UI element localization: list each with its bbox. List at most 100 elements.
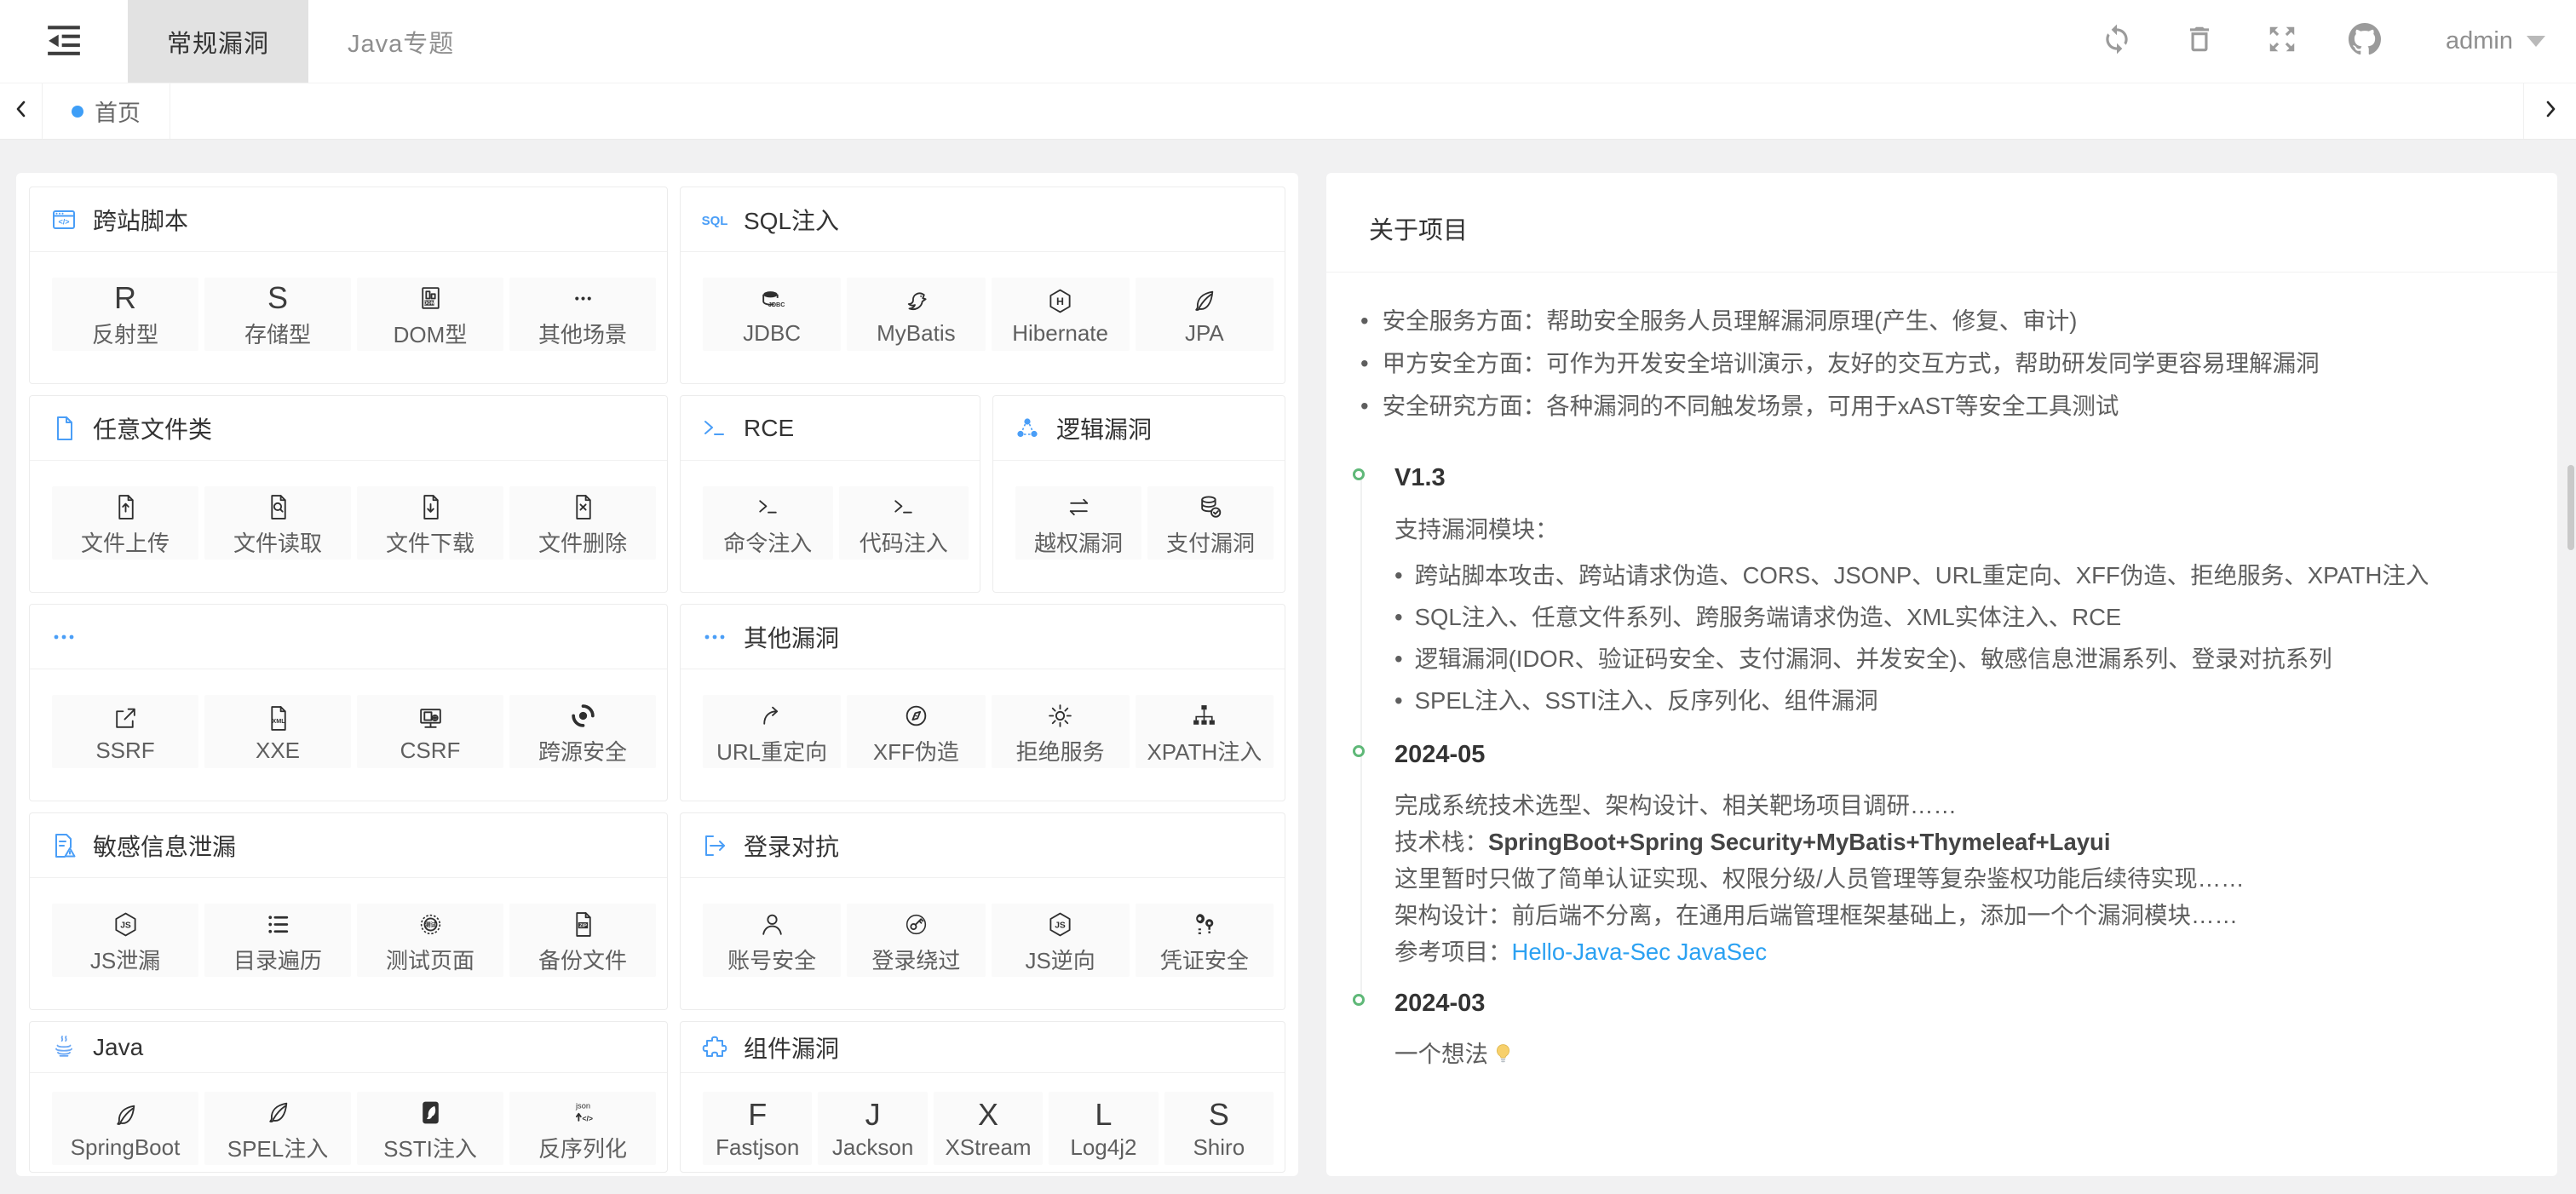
card-rce-body: 命令注入代码注入 bbox=[681, 461, 980, 560]
tile-login-2[interactable]: 登录绕过 bbox=[847, 904, 985, 977]
tile-components-1[interactable]: FFastjson bbox=[703, 1092, 812, 1165]
scrollbar-thumb[interactable] bbox=[2567, 465, 2574, 550]
tile-file-1[interactable]: 文件上传 bbox=[52, 486, 198, 560]
card-file: 任意文件类文件上传文件读取文件下载文件删除 bbox=[29, 395, 668, 593]
tab-home-label: 首页 bbox=[95, 95, 141, 128]
tile-sqli-4[interactable]: JPA bbox=[1136, 278, 1274, 351]
timeline-text bbox=[1670, 939, 1677, 965]
tile-components-4[interactable]: LLog4j2 bbox=[1049, 1092, 1158, 1165]
header-tab-2[interactable]: Java专题 bbox=[308, 0, 493, 83]
card-xss: </>跨站脚本R反射型S存储型DOMDOM型其他场景 bbox=[29, 187, 668, 384]
tile-java-3[interactable]: SSTI注入 bbox=[357, 1092, 503, 1165]
dos-icon bbox=[1046, 697, 1074, 734]
timeline-line: 参考项目：Hello-Java-Sec JavaSec bbox=[1394, 933, 2532, 970]
timeline-intro: 支持漏洞模块： bbox=[1394, 510, 2532, 549]
user-menu[interactable]: admin bbox=[2446, 27, 2545, 55]
tile-label: XStream bbox=[945, 1134, 1031, 1161]
tile-rce-2[interactable]: 代码注入 bbox=[839, 486, 969, 560]
tile-infoleak-2[interactable]: 目录遍历 bbox=[204, 904, 351, 977]
scroll-tabs-right-button[interactable] bbox=[2523, 83, 2576, 139]
tile-other-4[interactable]: XPATH注入 bbox=[1136, 695, 1274, 768]
card-java-body: SpringBoot SPEL注入 SSTI注入json</>反序列化 bbox=[30, 1073, 667, 1165]
tile-sqli-3[interactable]: HHibernate bbox=[992, 278, 1130, 351]
sidebar-collapse-button[interactable] bbox=[0, 0, 128, 83]
github-button[interactable] bbox=[2348, 25, 2382, 59]
tile-file-2[interactable]: 文件读取 bbox=[204, 486, 351, 560]
scroll-tabs-left-button[interactable] bbox=[0, 83, 43, 139]
sql-icon: SQL bbox=[701, 206, 728, 233]
tile-components-2[interactable]: JJackson bbox=[818, 1092, 927, 1165]
reference-link[interactable]: Hello-Java-Sec bbox=[1512, 939, 1670, 965]
tile-misc-2[interactable]: XMLXXE bbox=[204, 695, 351, 768]
thymeleaf-icon bbox=[417, 1094, 445, 1131]
header-tabs: 常规漏洞Java专题 bbox=[128, 0, 493, 83]
card-row: 任意文件类文件上传文件读取文件下载文件删除RCE命令注入代码注入逻辑漏洞越权漏洞… bbox=[29, 395, 1285, 593]
tile-infoleak-1[interactable]: JSJS泄漏 bbox=[52, 904, 198, 977]
about-bullet: 安全服务方面：帮助安全服务人员理解漏洞原理(产生、修复、审计) bbox=[1360, 300, 2532, 342]
tile-xss-4[interactable]: 其他场景 bbox=[509, 278, 656, 351]
user-name: admin bbox=[2446, 27, 2513, 55]
timeline-marker-icon bbox=[1353, 468, 1365, 480]
timeline-bullet: 跨站脚本攻击、跨站请求伪造、CORS、JSONP、URL重定向、XFF伪造、拒绝… bbox=[1394, 554, 2532, 596]
tile-java-2[interactable]: SPEL注入 bbox=[204, 1092, 351, 1165]
fullscreen-button[interactable] bbox=[2265, 25, 2299, 59]
timeline-line: 技术栈：SpringBoot+Spring Security+MyBatis+T… bbox=[1394, 824, 2532, 860]
tile-java-1[interactable]: SpringBoot bbox=[52, 1092, 198, 1165]
tile-java-4[interactable]: json</>反序列化 bbox=[509, 1092, 656, 1165]
tile-label: 其他场景 bbox=[538, 318, 627, 349]
tile-components-3[interactable]: XXStream bbox=[934, 1092, 1043, 1165]
xml-file-icon: XML bbox=[264, 699, 292, 737]
card-misc-header bbox=[30, 605, 667, 669]
tile-misc-3[interactable]: CSRF bbox=[357, 695, 503, 768]
tile-sqli-1[interactable]: JDBCJDBC bbox=[703, 278, 841, 351]
tile-components-5[interactable]: SShiro bbox=[1164, 1092, 1274, 1165]
card-infoleak: 敏感信息泄漏JSJS泄漏目录遍历测试测试页面ZIP备份文件 bbox=[29, 812, 668, 1010]
tile-label: Jackson bbox=[832, 1134, 913, 1161]
svg-text:SQL: SQL bbox=[702, 214, 728, 228]
card-java-header: Java bbox=[30, 1022, 667, 1073]
about-header: 关于项目 bbox=[1352, 204, 2532, 253]
tile-xss-1[interactable]: R反射型 bbox=[52, 278, 198, 351]
tile-login-3[interactable]: JSJS逆向 bbox=[992, 904, 1130, 977]
tile-xss-2[interactable]: S存储型 bbox=[204, 278, 351, 351]
trash-button[interactable] bbox=[2182, 25, 2217, 59]
tile-label: SpringBoot bbox=[71, 1134, 181, 1161]
tile-label: SPEL注入 bbox=[227, 1132, 329, 1163]
card-java: Java SpringBoot SPEL注入 SSTI注入json</>反序列化 bbox=[29, 1021, 668, 1173]
tile-infoleak-3[interactable]: 测试测试页面 bbox=[357, 904, 503, 977]
tile-rce-1[interactable]: 命令注入 bbox=[703, 486, 833, 560]
timeline-item-2024-03: 2024-03一个想法 bbox=[1360, 996, 2532, 1098]
tile-misc-4[interactable]: 跨源安全 bbox=[509, 695, 656, 768]
header-tab-1[interactable]: 常规漏洞 bbox=[128, 0, 308, 83]
tile-logic-2[interactable]: 支付漏洞 bbox=[1147, 486, 1274, 560]
list-icon bbox=[264, 905, 292, 943]
tile-login-1[interactable]: 账号安全 bbox=[703, 904, 841, 977]
card-title: Java bbox=[93, 1034, 143, 1061]
tile-label: 代码注入 bbox=[860, 526, 948, 558]
timeline-text: 一个想法 bbox=[1394, 1041, 1488, 1067]
tile-file-4[interactable]: 文件删除 bbox=[509, 486, 656, 560]
card-rce: RCE命令注入代码注入 bbox=[680, 395, 980, 593]
tile-file-3[interactable]: 文件下载 bbox=[357, 486, 503, 560]
tile-other-3[interactable]: 拒绝服务 bbox=[992, 695, 1130, 768]
chevron-down-icon bbox=[2527, 36, 2545, 47]
tile-other-2[interactable]: XFF伪造 bbox=[847, 695, 985, 768]
tile-infoleak-4[interactable]: ZIP备份文件 bbox=[509, 904, 656, 977]
vulnerability-cards-panel: </>跨站脚本R反射型S存储型DOMDOM型其他场景SQLSQL注入JDBCJD… bbox=[16, 173, 1298, 1176]
tile-other-1[interactable]: URL重定向 bbox=[703, 695, 841, 768]
svg-text:XML: XML bbox=[272, 717, 285, 725]
tile-label: JDBC bbox=[743, 320, 801, 347]
tile-sqli-2[interactable]: MyBatis bbox=[847, 278, 985, 351]
tab-home[interactable]: 首页 bbox=[43, 83, 170, 139]
timeline-bullet-list: 跨站脚本攻击、跨站请求伪造、CORS、JSONP、URL重定向、XFF伪造、拒绝… bbox=[1394, 554, 2532, 721]
tile-label: 凭证安全 bbox=[1160, 944, 1249, 975]
tile-misc-1[interactable]: SSRF bbox=[52, 695, 198, 768]
jdbc-icon: JDBC bbox=[758, 282, 786, 319]
tile-logic-1[interactable]: 越权漏洞 bbox=[1015, 486, 1141, 560]
refresh-button[interactable] bbox=[2100, 25, 2134, 59]
json-icon: json</> bbox=[569, 1094, 597, 1131]
tile-login-4[interactable]: 凭证安全 bbox=[1136, 904, 1274, 977]
reference-link[interactable]: JavaSec bbox=[1677, 939, 1767, 965]
tile-xss-3[interactable]: DOMDOM型 bbox=[357, 278, 503, 351]
about-title: 关于项目 bbox=[1369, 210, 1468, 246]
